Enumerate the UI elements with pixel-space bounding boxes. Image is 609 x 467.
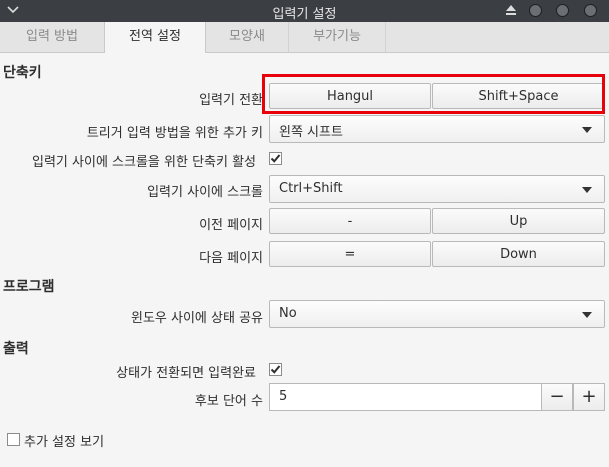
scroll-shortcut-enable-label: 입력기 사이에 스크롤을 위한 단축키 활성 (32, 155, 256, 170)
window-title: 입력기 설정 (272, 7, 337, 22)
section-shortcut-heading: 단축키 (3, 65, 42, 81)
maximize-button[interactable] (556, 4, 569, 17)
toggle-input-label: 입력기 전환 (199, 93, 263, 108)
tab-appearance[interactable]: 모양새 (206, 22, 289, 52)
candidate-count-value: 5 (279, 389, 288, 404)
tab-bar: 입력 방법 전역 설정 모양새 부가기능 (0, 22, 609, 53)
candidate-count-input[interactable]: 5 (269, 383, 541, 411)
scroll-label: 입력기 사이에 스크롤 (147, 185, 263, 200)
section-output-heading: 출력 (3, 341, 29, 357)
trigger-extra-key-value: 왼쪽 시프트 (279, 125, 343, 140)
close-button[interactable] (584, 4, 597, 17)
trigger-extra-key-label: 트리거 입력 방법을 위한 추가 키 (86, 126, 263, 141)
section-program-heading: 프로그램 (3, 279, 55, 295)
prev-page-key1-button[interactable]: - (269, 208, 431, 234)
share-state-label: 윈도우 사이에 상태 공유 (131, 311, 263, 326)
prev-page-key2-button[interactable]: Up (432, 208, 605, 234)
eject-icon[interactable] (505, 4, 517, 16)
next-page-label: 다음 페이지 (199, 251, 263, 266)
commit-on-switch-checkbox[interactable] (269, 363, 282, 376)
dropdown-arrow-icon (582, 312, 592, 318)
next-page-key1-button[interactable]: = (269, 241, 431, 267)
scroll-key-value: Ctrl+Shift (279, 181, 343, 196)
commit-on-switch-label: 상태가 전환되면 입력완료 (116, 366, 256, 381)
show-advanced-checkbox[interactable] (7, 433, 20, 446)
share-state-select[interactable]: No (269, 300, 605, 328)
show-advanced-label[interactable]: 추가 설정 보기 (24, 431, 104, 450)
dropdown-arrow-icon (582, 187, 592, 193)
checkmark-icon (270, 365, 281, 374)
minimize-button[interactable] (529, 4, 542, 17)
candidate-count-label: 후보 단어 수 (194, 394, 263, 409)
dropdown-arrow-icon (582, 127, 592, 133)
tab-input-method[interactable]: 입력 방법 (0, 22, 105, 52)
highlight-box (262, 74, 605, 114)
increment-button[interactable]: + (573, 383, 605, 411)
trigger-extra-key-select[interactable]: 왼쪽 시프트 (269, 115, 605, 143)
checkmark-icon (270, 154, 281, 163)
share-state-value: No (279, 306, 297, 321)
next-page-key2-button[interactable]: Down (432, 241, 605, 267)
title-bar: 입력기 설정 (0, 0, 609, 22)
tab-global-config[interactable]: 전역 설정 (104, 22, 206, 53)
scroll-key-select[interactable]: Ctrl+Shift (269, 175, 605, 203)
decrement-button[interactable]: − (541, 383, 573, 411)
scroll-shortcut-enable-checkbox[interactable] (269, 152, 282, 165)
prev-page-label: 이전 페이지 (199, 218, 263, 233)
tab-addons[interactable]: 부가기능 (289, 22, 386, 52)
